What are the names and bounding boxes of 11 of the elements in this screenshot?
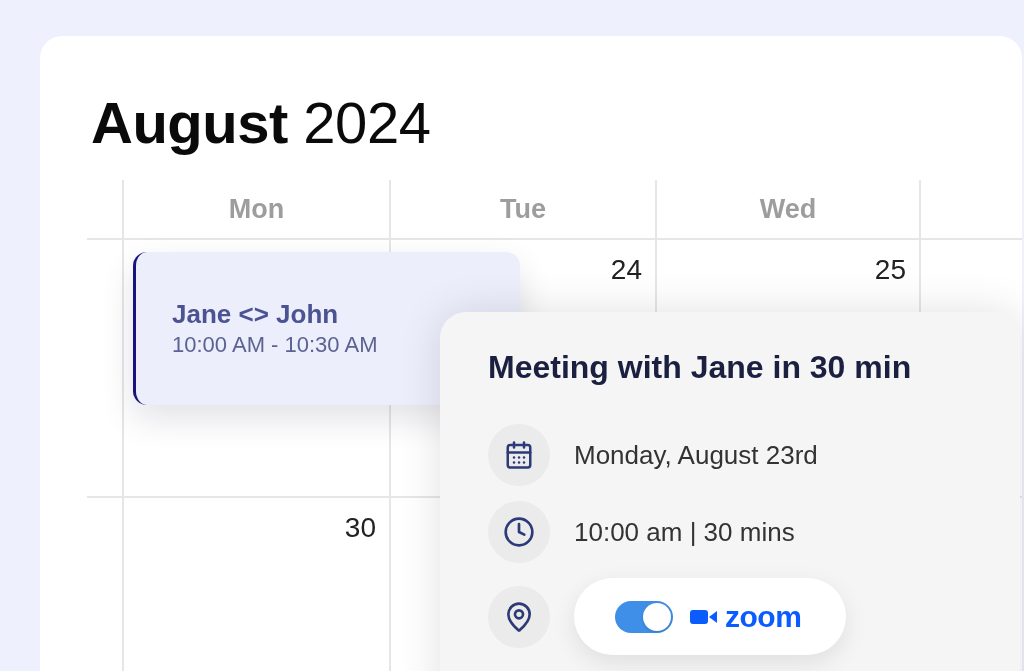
weekday-header: Wed	[759, 195, 817, 223]
event-time: 10:00 AM - 10:30 AM	[172, 333, 378, 358]
app-name: zoom	[725, 601, 802, 632]
date-number: 25	[874, 256, 906, 284]
detail-text: Monday, August 23rd	[574, 439, 818, 471]
event-title: Jane <> John	[172, 299, 339, 329]
detail-text: 10:00 am | 30 mins	[574, 516, 795, 548]
weekday-header: Tue	[500, 195, 546, 223]
date-number: 30	[344, 514, 376, 542]
date-number: 24	[610, 256, 642, 284]
weekday-header: Mon	[228, 195, 285, 223]
